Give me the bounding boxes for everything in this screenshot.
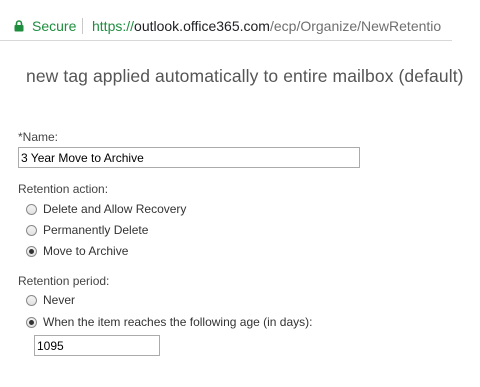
url-path: /ecp/Organize/NewRetentio [269, 18, 442, 34]
url-host: outlook.office365.com [134, 18, 270, 34]
radio-button[interactable] [26, 294, 37, 306]
radio-item-age[interactable]: When the item reaches the following age … [26, 314, 312, 330]
name-label: *Name: [18, 130, 59, 144]
lock-icon [14, 20, 24, 32]
radio-label: Permanently Delete [43, 223, 149, 237]
radio-label: Delete and Allow Recovery [43, 202, 187, 216]
address-bar[interactable]: Secure https://outlook.office365.com/ecp… [0, 0, 480, 40]
age-days-input[interactable] [34, 335, 160, 356]
radio-permanently-delete[interactable]: Permanently Delete [26, 222, 148, 238]
radio-button[interactable] [26, 203, 37, 215]
secure-label: Secure [32, 18, 77, 34]
radio-button[interactable] [26, 224, 37, 236]
url-scheme: https:// [92, 18, 135, 34]
radio-label: Never [43, 293, 76, 307]
radio-button-selected[interactable] [26, 316, 37, 328]
name-input[interactable] [18, 147, 360, 168]
address-bar-divider [0, 40, 452, 41]
page-title: new tag applied automatically to entire … [26, 66, 464, 86]
radio-label: When the item reaches the following age … [43, 315, 313, 329]
retention-action-label: Retention action: [18, 182, 109, 196]
radio-label: Move to Archive [43, 244, 129, 258]
address-separator [82, 18, 83, 34]
radio-delete-and-allow-recovery[interactable]: Delete and Allow Recovery [26, 201, 186, 217]
radio-move-to-archive[interactable]: Move to Archive [26, 243, 128, 259]
retention-period-label: Retention period: [18, 274, 110, 288]
radio-never[interactable]: Never [26, 292, 75, 308]
url-text[interactable]: https://outlook.office365.com/ecp/Organi… [92, 18, 452, 34]
radio-button-selected[interactable] [26, 245, 37, 257]
